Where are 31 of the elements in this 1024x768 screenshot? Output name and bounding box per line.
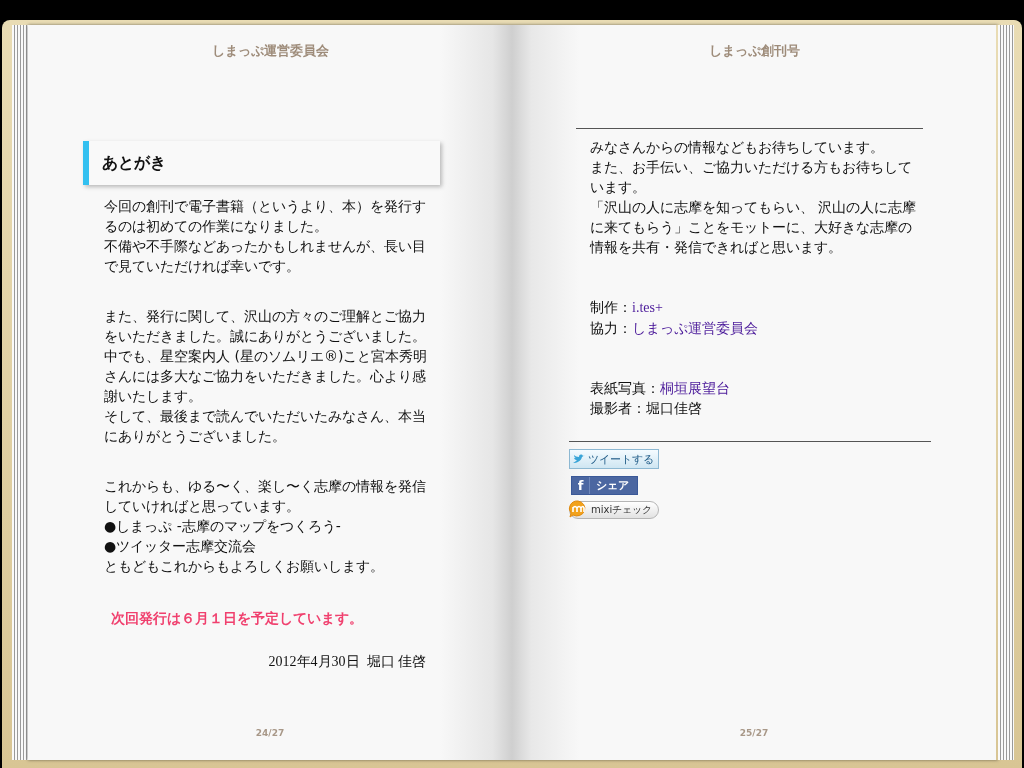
credit-link[interactable]: i.tes+ [632,300,663,315]
credit-line: 制作：i.tes+ [590,298,664,317]
body-text: また、発行に関して、沢山の方々のご理解とご協力をいただきました。誠にありがとうございました。 [104,307,427,346]
credit-line: 表紙写真：桐垣展望台 [590,379,731,398]
speech-bubble-icon [568,500,588,518]
body-text: そして、最後まで読んでいただいたみなさん、本当にありがとうございました。 [104,407,427,446]
page-header: しまっぷ創刊号 [708,43,800,59]
page-header: しまっぷ運営委員会 [211,43,329,59]
body-text: ●ツイッター志摩交流会 [104,537,258,556]
mixi-check-button[interactable]: mixiチェック [569,501,660,519]
body-text: ●しまっぷ -志摩のマップをつくろう- [104,517,342,536]
body-text: また、お手伝い、ご協力いただける方もお待ちしています。 [590,158,913,197]
page-number: 24/27 [255,728,285,738]
body-text: 今回の創刊で電子書籍（というより、本）を発行するのは初めての作業になりました。 [104,197,427,236]
bird-icon [573,454,586,464]
body-text: みなさんからの情報などもお待ちしています。 [590,138,885,157]
body-text: 「沢山の人に志摩を知ってもらい、 沢山の人に志摩に来てもらう」ことをモットーに、大好きな志摩の情報を共有・発信できればと思います。 [590,198,918,257]
section-heading: あとがき [83,141,440,185]
body-text: ともどもこれからもよろしくお願いします。 [104,557,385,576]
body-text: 中でも、星空案内人 (星のソムリエ®)こと宮本秀明さんには多大なご協力をいただきました。心より感謝いたします。 [104,347,429,406]
credit-line: 協力：しまっぷ運営委員会 [590,319,759,338]
credit-line: 撮影者：堀口佳啓 [590,399,703,418]
notice-text: 次回発行は６月１日を予定しています。 [111,609,364,628]
signature-text: 2012年4月30日 堀口 佳啓 [268,653,426,671]
credit-link[interactable]: しまっぷ運営委員会 [632,320,758,336]
share-button[interactable]: f シェア [571,476,638,495]
credit-link[interactable]: 桐垣展望台 [660,380,730,396]
page-number: 25/27 [739,728,769,738]
body-text: 不備や不手際などあったかもしれませんが、長い目で見ていただければ幸いです。 [104,237,427,276]
tweet-button[interactable]: ツイートする [569,449,659,469]
body-text: これからも、ゆる〜く、楽し〜く志摩の情報を発信していければと思っています。 [104,477,427,516]
